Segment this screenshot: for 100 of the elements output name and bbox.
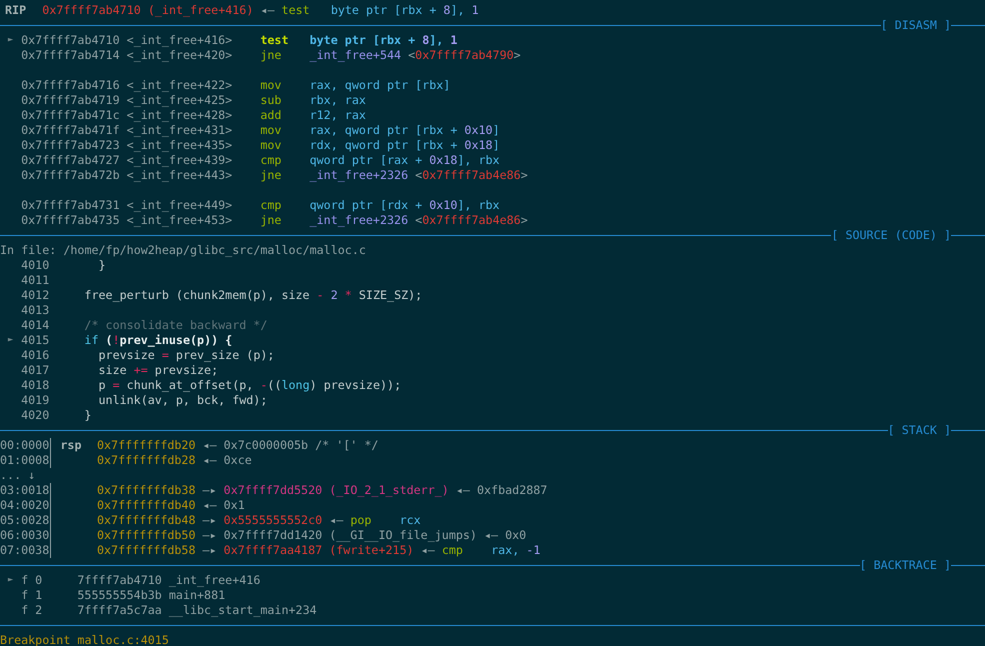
stack-offset: 03:0018 <box>0 483 52 498</box>
line-number: 4012 <box>21 288 50 303</box>
number: 2 <box>330 288 338 303</box>
operator: - <box>316 288 324 303</box>
operand: rbx, rax <box>310 93 366 108</box>
operand: ] <box>492 138 500 153</box>
stack-offset: 00:0000 <box>0 438 52 453</box>
code-text: chunk_at_offset(p, <box>126 378 254 393</box>
line-number: 4015 <box>21 333 50 348</box>
operator: += <box>134 363 148 378</box>
value-text: —▸ <box>202 543 218 558</box>
keyword: long <box>281 378 310 393</box>
symbol: _int_free+2326 <box>310 213 410 228</box>
frame-address: 555555554b3b <box>77 588 162 603</box>
value-text: ◂— 0xfbad2887 <box>454 483 548 498</box>
operand: rcx <box>398 513 421 528</box>
operand: ] <box>492 123 500 138</box>
operand: rdx, qword ptr [rbx + <box>310 138 458 153</box>
symbol-offset: <_int_free+449> <box>126 198 232 212</box>
operator: ! <box>112 333 120 348</box>
code-text: } <box>84 408 92 423</box>
line-number: 4011 <box>21 273 50 288</box>
stack-offset: 05:0028 <box>0 513 52 528</box>
value-text: ◂— 0xce <box>202 453 252 468</box>
operand: r12, rax <box>310 108 366 123</box>
instruction-address: 0x7ffff7ab4716 <box>21 78 120 92</box>
instruction-address: 0x7ffff7ab471f <box>21 123 120 137</box>
code-address: 0x7ffff7aa4187 (fwrite+215) <box>224 543 414 558</box>
number: 1 <box>450 33 458 48</box>
code-address: 0x7ffff7ab4e86 <box>422 168 521 183</box>
number: 0x18 <box>464 138 493 153</box>
stack-address: 0x7fffffffdb20 <box>96 438 196 453</box>
value-text: —▸ <box>202 513 218 528</box>
operator: = <box>162 348 169 363</box>
value-text: ◂— <box>259 3 276 18</box>
code-text: prevsize <box>97 348 156 363</box>
symbol-offset: <_int_free+425> <box>126 93 232 107</box>
number: 8 <box>443 3 450 18</box>
symbol-offset: <_int_free+416> <box>126 33 232 47</box>
stack-address: 0x7fffffffdb40 <box>96 498 196 513</box>
code-text: ) prevsize)); <box>310 378 402 393</box>
register-label: rsp <box>60 438 82 452</box>
value-text: In file: /home/fp/how2heap/glibc_src/malloc/malloc.c <box>0 243 366 258</box>
mnemonic: test <box>260 33 290 48</box>
operator: - <box>260 378 268 393</box>
value-text: —▸ <box>202 483 218 498</box>
number: 8 <box>422 33 430 48</box>
line-number: 4016 <box>21 348 50 363</box>
current-line-marker: ► <box>8 574 14 587</box>
instruction-address: 0x7ffff7ab4727 <box>21 153 120 167</box>
operand: byte ptr [rbx + <box>310 33 416 48</box>
value-text: ◂— <box>420 543 436 558</box>
stack-offset: 06:0030 <box>0 528 52 543</box>
pane-title: [ DISASM ] <box>880 18 951 33</box>
line-number: 4020 <box>21 408 50 423</box>
operand: ], <box>429 33 444 48</box>
value-text: ◂— <box>328 513 344 528</box>
code-address: 0x7ffff7ab4710 (_int_free+416) <box>42 3 254 18</box>
instruction-address: 0x7ffff7ab4731 <box>21 198 120 212</box>
stack-offset: 04:0020 <box>0 498 52 513</box>
instruction-address: 0x7ffff7ab4714 <box>21 48 120 62</box>
number: -1 <box>526 543 540 558</box>
symbol-offset: <_int_free+428> <box>126 108 232 122</box>
symbol: _int_free+544 <box>310 48 402 63</box>
number: 0x18 <box>429 153 458 168</box>
operand: qword ptr [rax + <box>310 153 424 168</box>
mnemonic: jne <box>260 213 282 228</box>
code-address: 0x5555555552c0 <box>224 513 322 528</box>
symbol-offset: <_int_free+420> <box>126 48 232 62</box>
value-text: < <box>408 48 416 63</box>
symbol-offset: <_int_free+443> <box>126 168 232 182</box>
frame-symbol: __libc_start_main+234 <box>168 603 317 618</box>
code-text: ( <box>104 333 113 348</box>
instruction-address: 0x7ffff7ab4710 <box>21 33 120 47</box>
mnemonic: jne <box>260 48 282 63</box>
value-text: < <box>415 213 422 228</box>
symbol-offset: <_int_free+431> <box>126 123 232 137</box>
mnemonic: mov <box>260 123 282 138</box>
mnemonic: cmp <box>260 198 282 213</box>
code-text: prev_inuse(p)) { <box>120 333 232 348</box>
instruction-address: 0x7ffff7ab4735 <box>21 213 120 227</box>
operand: ], rbx <box>457 153 500 168</box>
keyword: if <box>84 333 98 348</box>
frame-address: 7ffff7ab4710 <box>77 573 162 588</box>
mnemonic: add <box>260 108 282 123</box>
stack-address: 0x7fffffffdb28 <box>96 453 196 468</box>
code-text: size <box>97 363 128 378</box>
current-line-marker: ► <box>8 334 14 347</box>
operand: rax, qword ptr [rbx] <box>310 78 450 93</box>
line-number: 4014 <box>21 318 50 333</box>
number: 0x10 <box>464 123 493 138</box>
operand: qword ptr [rdx + <box>310 198 424 213</box>
pane-title: [ SOURCE (CODE) ] <box>831 228 951 243</box>
operand: ], <box>450 3 466 18</box>
code-text: unlink(av, p, bck, fwd); <box>97 393 268 408</box>
code-address: 0x7ffff7ab4790 <box>415 48 514 63</box>
value-text: ... ↓ <box>0 468 36 483</box>
mnemonic: mov <box>260 78 282 93</box>
operand: rax, <box>490 543 520 558</box>
line-number: 4013 <box>21 303 50 318</box>
